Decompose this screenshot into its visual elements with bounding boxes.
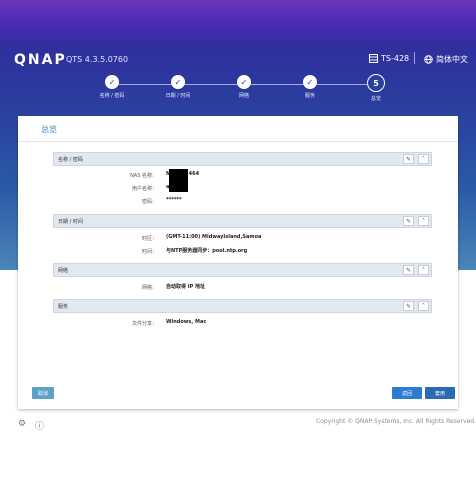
section-header: 服务 ✎ ˄ — [53, 299, 432, 313]
section-title: 日期 / 时间 — [58, 218, 83, 225]
header-divider — [414, 52, 415, 64]
section-network: 网络 ✎ ˄ 网络： 自动取得 IP 地址 — [53, 263, 432, 293]
check-icon: ✓ — [171, 75, 185, 89]
list-item: 时间： 与NTP服务器同步：pool.ntp.org — [53, 244, 432, 257]
step-summary[interactable]: 5 总览 — [346, 74, 406, 102]
section-title: 网络 — [58, 267, 69, 274]
field-label: 网络： — [141, 285, 157, 291]
section-title: 服务 — [58, 303, 69, 310]
pencil-icon[interactable]: ✎ — [403, 154, 414, 164]
section-title: 名称 / 密码 — [58, 156, 83, 163]
language-label: 简体中文 — [436, 55, 468, 64]
pencil-icon[interactable]: ✎ — [403, 301, 414, 311]
redaction-block — [169, 169, 188, 192]
language-selector[interactable]: 简体中文 — [424, 54, 468, 65]
chevron-up-icon[interactable]: ˄ — [418, 216, 429, 226]
title-divider — [18, 141, 458, 142]
section-header: 日期 / 时间 ✎ ˄ — [53, 214, 432, 228]
list-item: 网络： 自动取得 IP 地址 — [53, 280, 432, 293]
model-label: TS-428 — [381, 54, 410, 63]
section-services: 服务 ✎ ˄ 文件分享： Windows, Mac — [53, 299, 432, 329]
chevron-up-icon[interactable]: ˄ — [418, 154, 429, 164]
section-header: 名称 / 密码 ✎ ˄ — [53, 152, 432, 166]
section-header: 网络 ✎ ˄ — [53, 263, 432, 277]
list-item: 时区： (GMT-11:00) MidwayIsland,Samoa — [53, 231, 432, 244]
model-indicator: TS-428 — [369, 54, 409, 63]
step-label: 名称 / 密码 — [99, 93, 125, 99]
field-label: 时间： — [141, 249, 157, 255]
list-item: NAS 名称： N 2464 — [53, 168, 432, 181]
qnap-logo: QNAP — [14, 52, 67, 68]
field-label: NAS 名称： — [130, 173, 157, 179]
apply-button[interactable]: 套用 — [425, 387, 455, 399]
chevron-up-icon[interactable]: ˄ — [418, 265, 429, 275]
step-label: 日期 / 时间 — [165, 93, 191, 99]
list-item: 密码： ****** — [53, 194, 432, 207]
summary-panel: 总览 名称 / 密码 ✎ ˄ NAS 名称： N 2464 用户名称： a 密码… — [18, 116, 458, 409]
list-item: 文件分享： Windows, Mac — [53, 316, 432, 329]
step-network[interactable]: ✓ 网络 — [214, 75, 274, 99]
firmware-version: QTS 4.3.5.0760 — [66, 55, 129, 64]
field-value: Windows, Mac — [166, 319, 207, 325]
step-name-password[interactable]: ✓ 名称 / 密码 — [82, 75, 142, 99]
step-label: 服务 — [304, 93, 315, 99]
step-services[interactable]: ✓ 服务 — [280, 75, 340, 99]
cancel-button[interactable]: 取消 — [32, 387, 54, 399]
help-icon[interactable]: ⓘ — [35, 419, 44, 432]
check-icon: ✓ — [105, 75, 119, 89]
step-label: 总览 — [370, 96, 381, 102]
field-value: 与NTP服务器同步：pool.ntp.org — [166, 248, 248, 254]
globe-icon — [424, 55, 433, 64]
step-label: 网络 — [238, 93, 249, 99]
check-icon: ✓ — [237, 75, 251, 89]
settings-icon[interactable]: ⚙ — [18, 419, 26, 429]
step-number: 5 — [367, 74, 385, 92]
field-value: 自动取得 IP 地址 — [166, 284, 206, 290]
field-label: 文件分享： — [131, 321, 157, 327]
field-label: 用户名称： — [131, 186, 157, 192]
section-date-time: 日期 / 时间 ✎ ˄ 时区： (GMT-11:00) MidwayIsland… — [53, 214, 432, 257]
list-item: 用户名称： a — [53, 181, 432, 194]
section-name-password: 名称 / 密码 ✎ ˄ NAS 名称： N 2464 用户名称： a 密码： *… — [53, 152, 432, 207]
field-label: 密码： — [141, 199, 157, 205]
field-value: ****** — [166, 197, 182, 203]
page-title: 总览 — [41, 125, 57, 134]
pencil-icon[interactable]: ✎ — [403, 265, 414, 275]
back-button[interactable]: 返回 — [392, 387, 422, 399]
copyright-text: Copyright © QNAP Systems, Inc. All Right… — [316, 418, 476, 425]
step-date-time[interactable]: ✓ 日期 / 时间 — [148, 75, 208, 99]
pencil-icon[interactable]: ✎ — [403, 216, 414, 226]
server-icon — [369, 54, 378, 63]
check-icon: ✓ — [303, 75, 317, 89]
field-value: (GMT-11:00) MidwayIsland,Samoa — [166, 234, 262, 240]
chevron-up-icon[interactable]: ˄ — [418, 301, 429, 311]
field-label: 时区： — [141, 236, 157, 242]
